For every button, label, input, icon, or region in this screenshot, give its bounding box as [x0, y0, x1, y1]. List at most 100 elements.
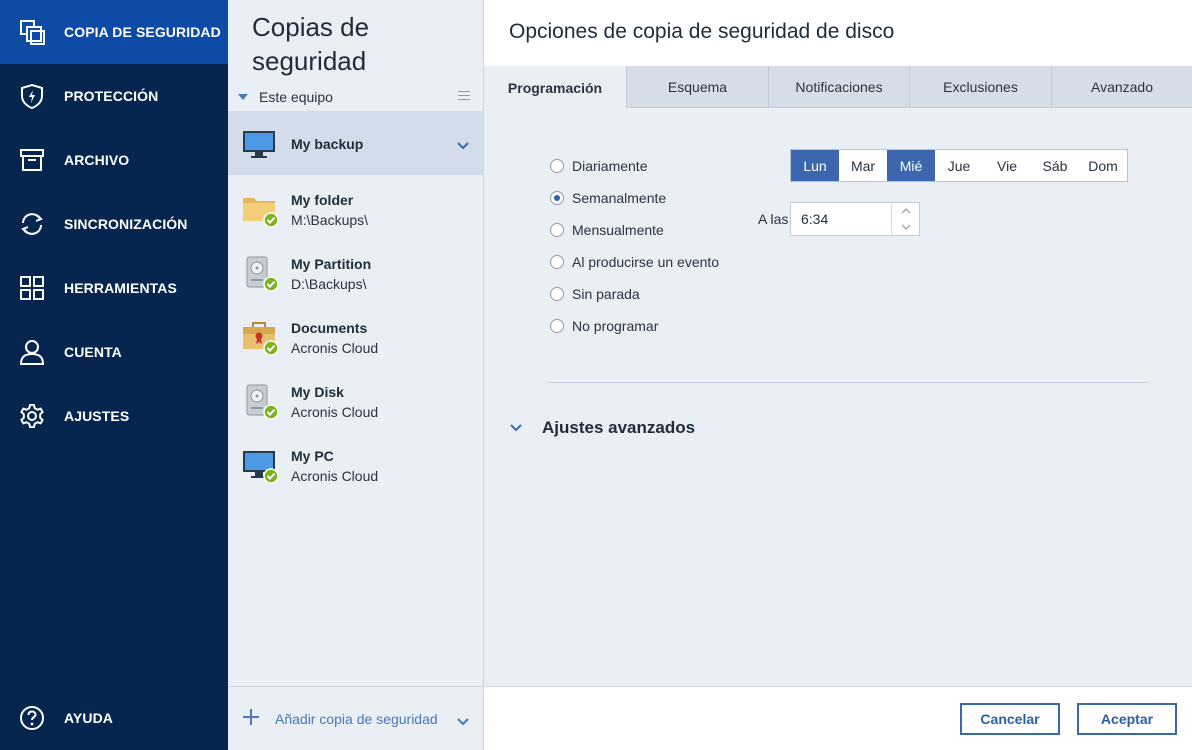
sync-icon — [19, 211, 45, 237]
day-tuesday[interactable]: Mar — [839, 150, 887, 181]
tab-schedule[interactable]: Programación — [484, 66, 626, 109]
main-navigation: COPIA DE SEGURIDAD PROTECCIÓN ARCHIVO SI… — [0, 0, 228, 750]
backup-destination: Acronis Cloud — [291, 340, 379, 356]
day-sunday[interactable]: Dom — [1079, 150, 1127, 181]
source-filter[interactable]: Este equipo — [238, 86, 474, 108]
add-backup-label: Añadir copia de seguridad — [275, 711, 438, 727]
nav-label: HERRAMIENTAS — [64, 280, 177, 296]
nav-item-protection[interactable]: PROTECCIÓN — [0, 64, 228, 128]
backup-list-panel: Copias de seguridad Este equipo My backu… — [228, 0, 484, 750]
backup-destination: M:\Backups\ — [291, 212, 369, 228]
plus-icon — [242, 707, 260, 731]
tab-advanced[interactable]: Avanzado — [1051, 66, 1192, 108]
nav-item-help[interactable]: AYUDA — [0, 686, 228, 750]
source-filter-label: Este equipo — [259, 89, 333, 105]
briefcase-icon — [242, 319, 279, 356]
nav-item-tools[interactable]: HERRAMIENTAS — [0, 256, 228, 320]
backup-name: Documents — [291, 320, 368, 336]
day-saturday[interactable]: Sáb — [1031, 150, 1079, 181]
monitor-icon — [242, 127, 278, 163]
increment-button[interactable] — [892, 203, 919, 219]
nav-label: COPIA DE SEGURIDAD — [64, 24, 221, 40]
help-icon — [19, 705, 45, 731]
day-monday[interactable]: Lun — [791, 150, 839, 181]
backup-destination: Acronis Cloud — [291, 468, 379, 484]
dialog-footer: Cancelar Aceptar — [484, 686, 1192, 750]
backup-item-my-disk[interactable]: My Disk Acronis Cloud — [228, 367, 483, 431]
day-thursday[interactable]: Jue — [935, 150, 983, 181]
panel-title: Opciones de copia de seguridad de disco — [509, 20, 895, 43]
radio-button[interactable] — [550, 191, 564, 205]
schedule-option-monthly[interactable]: Mensualmente — [550, 220, 664, 240]
cancel-button[interactable]: Cancelar — [960, 703, 1060, 735]
time-label: A las — [758, 211, 789, 227]
day-friday[interactable]: Vie — [983, 150, 1031, 181]
advanced-settings-label: Ajustes avanzados — [542, 418, 696, 437]
nav-label: CUENTA — [64, 344, 122, 360]
radio-button[interactable] — [550, 319, 564, 333]
nav-item-archive[interactable]: ARCHIVO — [0, 128, 228, 192]
section-divider — [548, 382, 1148, 383]
backup-item-documents[interactable]: Documents Acronis Cloud — [228, 303, 483, 367]
disk-icon — [242, 255, 279, 292]
backup-name: My Disk — [291, 384, 344, 400]
nav-label: AJUSTES — [64, 408, 130, 424]
nav-label: ARCHIVO — [64, 152, 130, 168]
time-stepper — [790, 202, 920, 236]
schedule-option-label: Sin parada — [572, 286, 640, 302]
shield-icon — [19, 83, 45, 109]
accept-button[interactable]: Aceptar — [1077, 703, 1177, 735]
nav-label: PROTECCIÓN — [64, 88, 159, 104]
caret-down-icon — [238, 94, 248, 100]
list-title: Copias de seguridad — [252, 12, 370, 76]
backup-item-my-partition[interactable]: My Partition D:\Backups\ — [228, 239, 483, 303]
time-input[interactable] — [791, 203, 891, 235]
sort-menu-icon[interactable] — [458, 91, 470, 103]
chevron-down-icon — [510, 419, 522, 437]
nav-item-settings[interactable]: AJUSTES — [0, 384, 228, 448]
options-tabs: Programación Esquema Notificaciones Excl… — [484, 66, 1192, 109]
tab-notifications[interactable]: Notificaciones — [768, 66, 909, 108]
add-backup-button[interactable]: Añadir copia de seguridad — [228, 686, 483, 750]
schedule-option-label: Diariamente — [572, 158, 648, 174]
folder-icon — [242, 191, 279, 228]
chevron-down-icon[interactable] — [457, 713, 469, 731]
advanced-settings-toggle[interactable]: Ajustes avanzados — [510, 418, 695, 438]
backup-options-panel: Opciones de copia de seguridad de disco … — [484, 0, 1192, 750]
backup-item-my-pc[interactable]: My PC Acronis Cloud — [228, 431, 483, 495]
nav-item-backup[interactable]: COPIA DE SEGURIDAD — [0, 0, 228, 64]
radio-button[interactable] — [550, 223, 564, 237]
time-spinner — [891, 203, 919, 235]
gear-icon — [19, 403, 45, 429]
tab-exclusions[interactable]: Exclusiones — [909, 66, 1051, 108]
schedule-option-nonstop[interactable]: Sin parada — [550, 284, 640, 304]
monitor-icon — [242, 447, 279, 484]
backup-destination: Acronis Cloud — [291, 404, 379, 420]
radio-button[interactable] — [550, 255, 564, 269]
backup-destination: D:\Backups\ — [291, 276, 367, 292]
schedule-option-weekly[interactable]: Semanalmente — [550, 188, 666, 208]
backup-copy-icon — [19, 19, 45, 45]
radio-button[interactable] — [550, 287, 564, 301]
schedule-option-label: Mensualmente — [572, 222, 664, 238]
backup-item-my-backup[interactable]: My backup — [228, 111, 483, 175]
day-wednesday[interactable]: Mié — [887, 150, 935, 181]
schedule-option-daily[interactable]: Diariamente — [550, 156, 647, 176]
nav-item-account[interactable]: CUENTA — [0, 320, 228, 384]
user-icon — [19, 339, 45, 365]
radio-button[interactable] — [550, 159, 564, 173]
tab-scheme[interactable]: Esquema — [626, 66, 768, 108]
backup-item-my-folder[interactable]: My folder M:\Backups\ — [228, 175, 483, 239]
weekday-selector: Lun Mar Mié Jue Vie Sáb Dom — [790, 149, 1128, 182]
grid-icon — [19, 275, 45, 301]
schedule-option-event[interactable]: Al producirse un evento — [550, 252, 719, 272]
archive-box-icon — [19, 147, 45, 173]
chevron-down-icon[interactable] — [457, 137, 469, 155]
schedule-option-none[interactable]: No programar — [550, 316, 658, 336]
nav-item-sync[interactable]: SINCRONIZACIÓN — [0, 192, 228, 256]
panel-header: Opciones de copia de seguridad de disco — [484, 0, 1192, 66]
backup-name: My folder — [291, 192, 354, 208]
decrement-button[interactable] — [892, 219, 919, 235]
disk-icon — [242, 383, 279, 420]
backup-name: My backup — [291, 136, 364, 152]
